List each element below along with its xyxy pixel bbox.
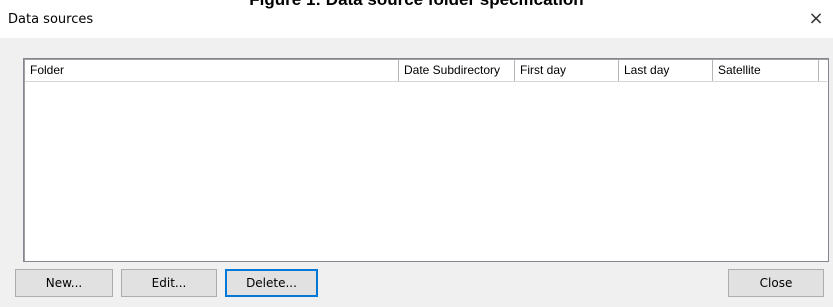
column-header-last-day[interactable]: Last day (619, 60, 713, 81)
data-sources-list[interactable]: Folder Date Subdirectory First day Last … (23, 58, 829, 262)
close-button[interactable]: Close (728, 269, 824, 297)
close-icon[interactable]: × (805, 8, 827, 30)
column-header-first-day[interactable]: First day (515, 60, 619, 81)
column-header-folder[interactable]: Folder (25, 60, 399, 81)
figure-caption: Figure 1: Data source folder specificati… (0, 0, 833, 10)
list-body[interactable] (25, 82, 827, 260)
column-header-filler (819, 60, 827, 81)
delete-button[interactable]: Delete... (225, 269, 318, 297)
list-header: Folder Date Subdirectory First day Last … (25, 60, 827, 82)
new-button[interactable]: New... (15, 269, 113, 297)
column-header-date-subdirectory[interactable]: Date Subdirectory (399, 60, 515, 81)
data-sources-dialog: Data sources × Folder Date Subdirectory … (0, 0, 833, 307)
column-header-satellite[interactable]: Satellite (713, 60, 819, 81)
dialog-title: Data sources (8, 12, 94, 27)
edit-button[interactable]: Edit... (121, 269, 217, 297)
